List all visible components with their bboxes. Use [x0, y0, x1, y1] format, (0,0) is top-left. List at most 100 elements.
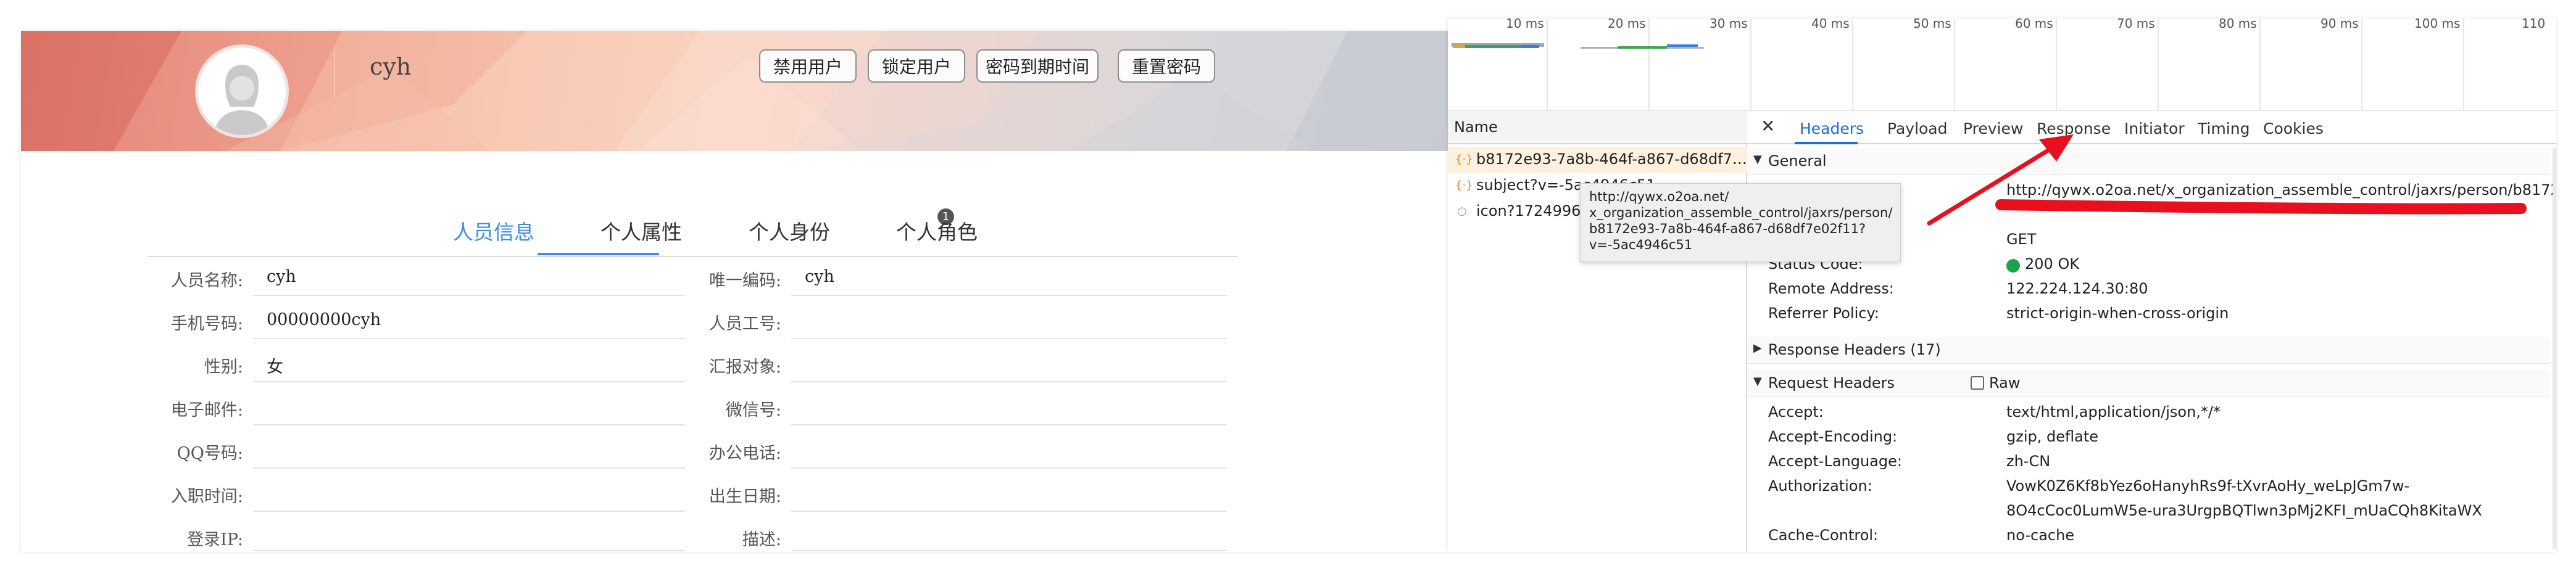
report-to-underline[interactable]: [791, 381, 1227, 382]
birth-date-underline[interactable]: [791, 511, 1227, 512]
accept-encoding-label: Accept-Encoding:: [1768, 428, 1898, 445]
timeline-tick-label: 50 ms: [1913, 18, 1951, 31]
gender-label: 性别:: [204, 358, 243, 377]
person-name-label: 人员名称:: [170, 271, 243, 290]
name-column-header[interactable]: Name: [1454, 118, 1498, 136]
login-ip-label: 登录IP:: [187, 530, 243, 549]
remote-address-value[interactable]: 122.224.124.30:80: [2006, 280, 2148, 297]
request-method-value[interactable]: GET: [2006, 231, 2036, 248]
login-ip-underline[interactable]: [253, 550, 685, 551]
mobile-label: 手机号码:: [170, 314, 243, 334]
waterfall-bar: [1521, 45, 1539, 48]
gender-value[interactable]: 女: [267, 353, 283, 377]
qq-underline[interactable]: [253, 467, 685, 469]
referrer-policy-value[interactable]: strict-origin-when-cross-origin: [2006, 305, 2229, 322]
tab-person-info[interactable]: 人员信息: [453, 216, 534, 245]
accept-encoding-value[interactable]: gzip, deflate: [2006, 428, 2098, 445]
tab-cookies[interactable]: Cookies: [2263, 120, 2324, 138]
waterfall-bar: [1667, 44, 1698, 47]
employee-number-underline[interactable]: [791, 338, 1227, 339]
unique-code-value[interactable]: cyh: [805, 267, 834, 286]
unique-code-underline: [791, 295, 1227, 296]
tab-initiator[interactable]: Initiator: [2124, 120, 2185, 138]
collapsed-triangle-icon: ▶: [1753, 342, 1762, 355]
referrer-policy-label: Referrer Policy:: [1768, 305, 1879, 322]
tab-timing[interactable]: Timing: [2198, 120, 2250, 138]
timeline-gridline: [2361, 18, 2362, 111]
accept-value[interactable]: text/html,application/json,*/*: [2006, 403, 2221, 421]
tab-preview[interactable]: Preview: [1963, 120, 2023, 138]
request-name: b8172e93-7a8b-464f-a867-d68df7…: [1476, 150, 1747, 168]
user-profile-panel: cyh 禁用用户 锁定用户 密码到期时间 重置密码 人员信息 个人属性 个人身份…: [21, 31, 1448, 552]
cache-control-value[interactable]: no-cache: [2006, 527, 2074, 544]
tab-headers[interactable]: Headers: [1800, 120, 1864, 138]
response-headers-section-header[interactable]: ▶ Response Headers (17): [1747, 337, 2549, 364]
lock-user-button[interactable]: 锁定用户: [868, 49, 965, 83]
general-title: General: [1768, 152, 1827, 170]
request-headers-section-header[interactable]: ▼ Request Headers Raw: [1747, 370, 2549, 397]
qq-label: QQ号码:: [177, 444, 243, 463]
email-label: 电子邮件:: [170, 401, 243, 420]
timeline-gridline: [2463, 18, 2464, 111]
expanded-triangle-icon: ▼: [1753, 375, 1762, 388]
response-headers-title: Response Headers (17): [1768, 341, 1941, 358]
request-row-selected[interactable]: {·} b8172e93-7a8b-464f-a867-d68df7…: [1448, 147, 1747, 173]
mobile-value[interactable]: 00000000cyh: [267, 310, 381, 329]
waterfall-bar: [1453, 44, 1465, 48]
timeline-tick-label: 40 ms: [1811, 18, 1850, 31]
general-section-header[interactable]: ▼ General: [1747, 148, 2549, 175]
status-code-value[interactable]: 200 OK: [2025, 255, 2079, 273]
close-icon[interactable]: ✕: [1761, 116, 1775, 136]
tooltip-line: v=-5ac4946c51: [1589, 237, 1693, 252]
tooltip-line: http://qywx.o2oa.net/: [1589, 189, 1729, 204]
timeline-tick-label: 90 ms: [2320, 18, 2359, 31]
timeline-tick-label: 20 ms: [1608, 18, 1646, 31]
authorization-label: Authorization:: [1768, 477, 1872, 495]
timeline-gridline: [2056, 18, 2057, 111]
hire-date-underline[interactable]: [253, 511, 685, 512]
tab-personal-roles[interactable]: 个人角色: [896, 216, 978, 245]
timeline-tick-label: 60 ms: [2015, 18, 2053, 31]
avatar-silhouette-icon: [198, 47, 286, 135]
active-detail-tab-indicator: [1795, 142, 1858, 144]
request-url-value[interactable]: http://qywx.o2oa.net/x_organization_asse…: [2006, 181, 2556, 199]
birth-date-label: 出生日期:: [708, 487, 781, 506]
mobile-underline: [253, 338, 685, 339]
email-underline[interactable]: [253, 424, 685, 425]
timeline-tick-label: 80 ms: [2219, 18, 2257, 31]
detail-scrollbar[interactable]: [2553, 148, 2556, 549]
authorization-value-line1[interactable]: VowK0Z6Kf8bYez6oHanyhRs9f-tXvrAoHy_weLpJ…: [2006, 477, 2409, 495]
timeline-gridline: [1954, 18, 1955, 111]
raw-checkbox[interactable]: [1971, 376, 1984, 390]
waterfall-bar: [1618, 46, 1667, 49]
gender-underline: [253, 381, 685, 382]
employee-number-label: 人员工号:: [708, 314, 781, 334]
wechat-underline[interactable]: [791, 424, 1227, 425]
disable-user-button[interactable]: 禁用用户: [759, 49, 857, 83]
authorization-value-line2[interactable]: 8O4cCoc0LumW5e-ura3UrgpBQTlwn3pMj2KFI_mU…: [2006, 502, 2482, 519]
accept-label: Accept:: [1768, 403, 1824, 421]
tab-payload[interactable]: Payload: [1887, 120, 1948, 138]
status-ok-dot-icon: [2006, 259, 2020, 273]
reset-password-button[interactable]: 重置密码: [1118, 49, 1215, 83]
screenshot-canvas: cyh 禁用用户 锁定用户 密码到期时间 重置密码 人员信息 个人属性 个人身份…: [0, 0, 2576, 571]
request-headers-title: Request Headers: [1768, 374, 1895, 392]
person-name-value[interactable]: cyh: [267, 267, 296, 286]
office-phone-underline[interactable]: [791, 467, 1227, 469]
password-expire-button[interactable]: 密码到期时间: [976, 49, 1099, 83]
cache-control-label: Cache-Control:: [1768, 527, 1879, 544]
profile-tabs: 人员信息 个人属性 个人身份 1 个人角色: [148, 185, 1237, 257]
tab-personal-identity[interactable]: 个人身份: [749, 216, 830, 245]
person-name-underline: [253, 295, 685, 296]
timeline-tick-label: 70 ms: [2117, 18, 2155, 31]
tab-personal-attributes[interactable]: 个人属性: [600, 216, 682, 245]
network-timeline-overview[interactable]: 10 ms 20 ms 30 ms 40 ms 50 ms 60 ms 70 m…: [1448, 18, 2556, 111]
tab-response[interactable]: Response: [2037, 120, 2111, 138]
timeline-gridline: [1547, 18, 1548, 111]
timeline-tick-label: 100 ms: [2414, 18, 2461, 31]
request-detail-pane: ✕ Headers Payload Preview Response Initi…: [1747, 111, 2556, 552]
accept-language-value[interactable]: zh-CN: [2006, 453, 2050, 470]
description-underline[interactable]: [791, 550, 1227, 551]
banner-divider: [334, 49, 335, 96]
timeline-gridline: [2259, 18, 2261, 111]
